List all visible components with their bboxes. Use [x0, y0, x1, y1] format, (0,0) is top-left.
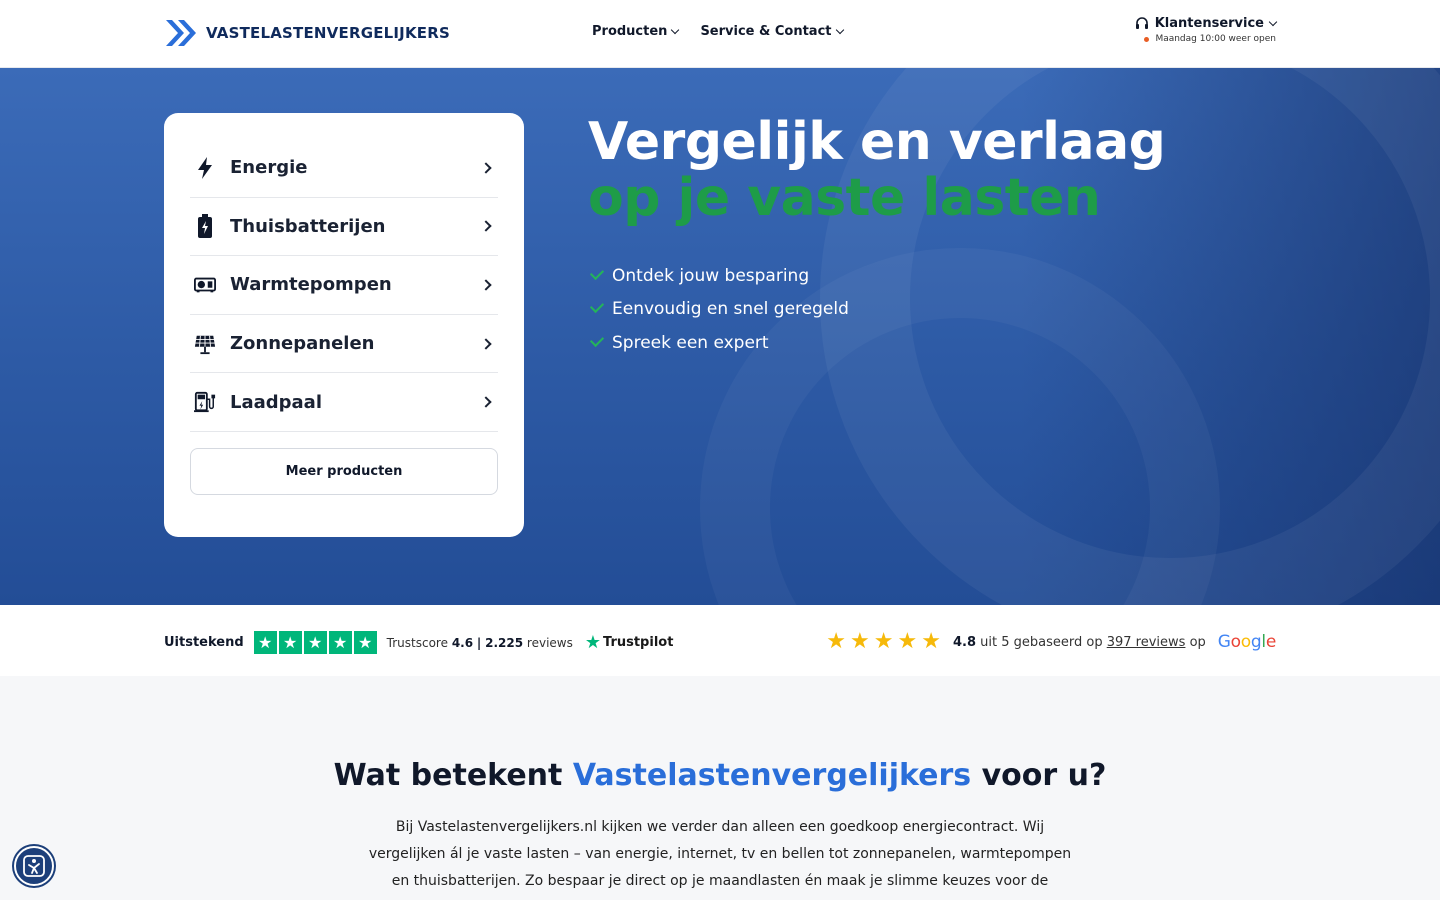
- google-stars: ★ ★ ★ ★ ★: [826, 631, 941, 653]
- google-text-end: op: [1189, 634, 1206, 650]
- product-label: Energie: [230, 157, 308, 179]
- star-icon: ★: [353, 631, 377, 654]
- google-reviews-widget: ★ ★ ★ ★ ★ 4.8 uit 5 gebaseerd op 397 rev…: [826, 631, 1276, 653]
- charging-station-icon: [194, 391, 216, 413]
- product-item-thuisbatterijen[interactable]: Thuisbatterijen: [190, 198, 498, 257]
- chevron-right-icon: [480, 396, 492, 408]
- trustpilot-score: Trustscore 4.6 | 2.225 reviews: [387, 636, 573, 650]
- benefit-label: Eenvoudig en snel geregeld: [612, 299, 849, 320]
- double-chevron-logo-icon: [166, 20, 196, 46]
- trustpilot-rating-word: Uitstekend: [164, 635, 244, 650]
- product-label: Laadpaal: [230, 391, 322, 413]
- lightning-icon: [194, 156, 216, 179]
- trustpilot-widget[interactable]: Uitstekend ★ ★ ★ ★ ★ Trustscore 4.6 | 2.…: [164, 631, 673, 654]
- chevron-right-icon: [480, 337, 492, 350]
- heat-pump-icon: [194, 274, 216, 296]
- google-score: 4.8: [952, 634, 976, 650]
- hero-title-line1: Vergelijk en verlaag: [588, 112, 1166, 172]
- trustpilot-logo: ★ Trustpilot: [585, 632, 674, 653]
- trustpilot-brand: Trustpilot: [603, 635, 674, 650]
- nav-service-contact[interactable]: Service & Contact: [700, 24, 844, 39]
- star-icon: ★: [303, 631, 327, 654]
- product-label: Thuisbatterijen: [230, 215, 386, 237]
- product-label: Zonnepanelen: [230, 333, 375, 355]
- trustscore-label: Trustscore: [386, 635, 448, 650]
- more-products-button[interactable]: Meer producten: [190, 447, 498, 495]
- star-icon: ★: [328, 631, 352, 654]
- chevron-down-icon: [1268, 17, 1278, 27]
- star-icon: ★: [873, 629, 894, 654]
- benefit-label: Ontdek jouw besparing: [612, 265, 810, 286]
- benefit-item: Spreek een expert: [589, 326, 849, 360]
- solar-panel-icon: [194, 333, 216, 355]
- customer-service-label: Klantenservice: [1154, 16, 1264, 31]
- nav-service-contact-label: Service & Contact: [700, 24, 832, 39]
- hero-title-line2: op je vaste lasten: [588, 168, 1101, 228]
- benefit-item: Ontdek jouw besparing: [589, 259, 849, 293]
- benefit-item: Eenvoudig en snel geregeld: [589, 293, 849, 327]
- star-icon: ★: [278, 631, 302, 654]
- chevron-down-icon: [835, 25, 844, 35]
- section-title-post: voor u?: [981, 758, 1107, 793]
- logo-text: VASTELASTENVERGELIJKERS: [206, 24, 450, 42]
- main-nav: Producten Service & Contact: [592, 24, 844, 39]
- headphones-icon: [1135, 17, 1148, 29]
- checkmark-icon: [589, 299, 605, 314]
- google-logo: Google: [1217, 632, 1277, 652]
- google-rating-text: 4.8 uit 5 gebaseerd op 397 reviews op: [953, 635, 1206, 650]
- chevron-right-icon: [480, 162, 492, 174]
- product-item-warmtepompen[interactable]: Warmtepompen: [190, 256, 498, 315]
- accessibility-icon: [23, 855, 45, 877]
- chevron-down-icon: [671, 25, 680, 35]
- star-icon: ★: [253, 631, 277, 654]
- product-item-zonnepanelen[interactable]: Zonnepanelen: [190, 315, 498, 374]
- trustpilot-stars: ★ ★ ★ ★ ★: [253, 631, 377, 654]
- trustscore-separator: |: [476, 635, 482, 650]
- benefit-label: Spreek een expert: [612, 332, 769, 353]
- checkmark-icon: [589, 332, 605, 347]
- customer-service-status: Maandag 10:00 weer open: [1155, 34, 1276, 44]
- hero: Energie Thuisbatterijen Warmtepompen Zon…: [0, 68, 1440, 605]
- chevron-right-icon: [480, 220, 492, 233]
- star-icon: ★: [850, 629, 870, 654]
- battery-icon: [194, 214, 216, 239]
- accessibility-button[interactable]: [14, 846, 54, 886]
- google-reviews-link[interactable]: 397 reviews: [1107, 635, 1186, 650]
- star-icon: ★: [826, 629, 847, 654]
- checkmark-icon: [589, 265, 605, 280]
- nav-producten-label: Producten: [592, 24, 668, 39]
- trustpilot-review-count: 2.225: [485, 635, 524, 650]
- product-menu-card: Energie Thuisbatterijen Warmtepompen Zon…: [164, 113, 524, 537]
- hero-benefits: Ontdek jouw besparing Eenvoudig en snel …: [589, 259, 849, 360]
- reviews-bar: Uitstekend ★ ★ ★ ★ ★ Trustscore 4.6 | 2.…: [0, 605, 1440, 676]
- trustpilot-star-icon: ★: [584, 632, 601, 653]
- section-title: Wat betekent Vastelastenvergelijkers voo…: [0, 758, 1440, 793]
- logo[interactable]: VASTELASTENVERGELIJKERS: [164, 18, 450, 48]
- star-icon: ★: [921, 629, 941, 654]
- trustpilot-reviews-label: reviews: [526, 635, 573, 650]
- nav-producten[interactable]: Producten: [592, 24, 680, 39]
- chevron-right-icon: [480, 279, 492, 291]
- section-paragraph: Bij Vastelastenvergelijkers.nl kijken we…: [368, 819, 1072, 889]
- status-dot-icon: [1144, 36, 1150, 42]
- product-item-energie[interactable]: Energie: [190, 139, 498, 198]
- site-header: VASTELASTENVERGELIJKERS Producten Servic…: [0, 0, 1440, 68]
- section-title-pre: Wat betekent: [333, 758, 563, 793]
- star-icon: ★: [897, 629, 918, 654]
- trustscore-value: 4.6: [451, 635, 474, 650]
- product-item-laadpaal[interactable]: Laadpaal: [190, 373, 498, 432]
- google-text-mid: uit 5 gebaseerd op: [980, 634, 1103, 650]
- customer-service[interactable]: Klantenservice Maandag 10:00 weer open: [1135, 16, 1278, 44]
- product-label: Warmtepompen: [230, 274, 392, 296]
- section-title-highlight: Vastelastenvergelijkers: [572, 758, 972, 793]
